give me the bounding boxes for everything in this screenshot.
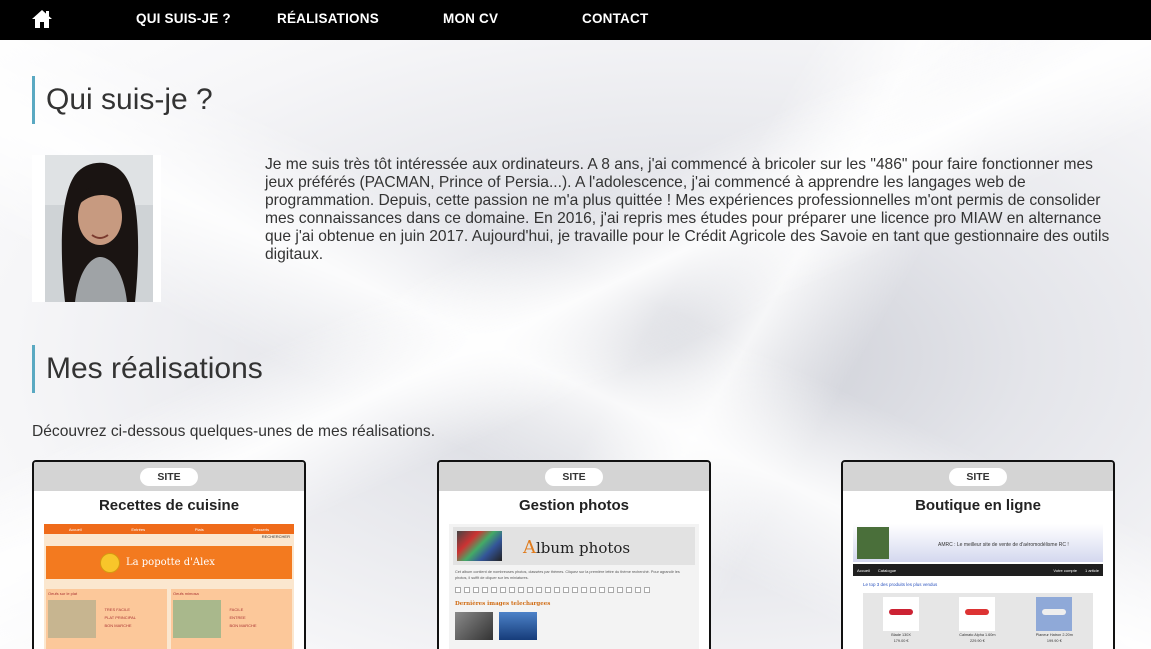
works-title: Mes réalisations <box>32 345 263 393</box>
bio-text: Je me suis très tôt intéressée aux ordin… <box>265 156 1110 263</box>
navbar: QUI SUIS-JE ? RÉALISATIONS MON CV CONTAC… <box>0 0 1151 40</box>
card-header: SITE <box>439 462 709 491</box>
card-header: SITE <box>843 462 1113 491</box>
card-title: Gestion photos <box>439 491 709 522</box>
smiley-icon <box>100 553 120 573</box>
shot-search: RECHERCHER <box>261 534 290 539</box>
profile-photo <box>32 155 161 302</box>
site-badge: SITE <box>949 467 1007 486</box>
project-card-recettes[interactable]: SITE Recettes de cuisine Accueil Entrées P… <box>32 460 306 649</box>
nav-item-realisations[interactable]: RÉALISATIONS <box>277 11 379 26</box>
project-screenshot: AMRC : Le meilleur site de vente de d'aé… <box>853 524 1103 649</box>
project-screenshot: Accueil Entrées Plats Desserts RECHERCHER L… <box>44 524 294 649</box>
project-card-photos[interactable]: SITE Gestion photos Album photos Cet alb… <box>437 460 711 649</box>
card-header: SITE <box>34 462 304 491</box>
card-title: Recettes de cuisine <box>34 491 304 522</box>
card-title: Boutique en ligne <box>843 491 1113 522</box>
project-card-boutique[interactable]: SITE Boutique en ligne AMRC : Le meilleu… <box>841 460 1115 649</box>
shot-menu: Accueil Entrées Plats Desserts <box>44 524 294 534</box>
site-badge: SITE <box>140 467 198 486</box>
home-icon[interactable] <box>31 9 53 29</box>
project-screenshot: Album photos Cet album contient de nombr… <box>449 524 699 649</box>
works-intro: Découvrez ci-dessous quelques-unes de me… <box>32 423 436 440</box>
nav-item-qui-suis-je[interactable]: QUI SUIS-JE ? <box>136 11 231 26</box>
site-badge: SITE <box>545 467 603 486</box>
shot-banner: La popotte d'Alex <box>46 546 292 579</box>
about-title: Qui suis-je ? <box>32 76 213 124</box>
nav-item-contact[interactable]: CONTACT <box>582 11 648 26</box>
nav-item-mon-cv[interactable]: MON CV <box>443 11 498 26</box>
